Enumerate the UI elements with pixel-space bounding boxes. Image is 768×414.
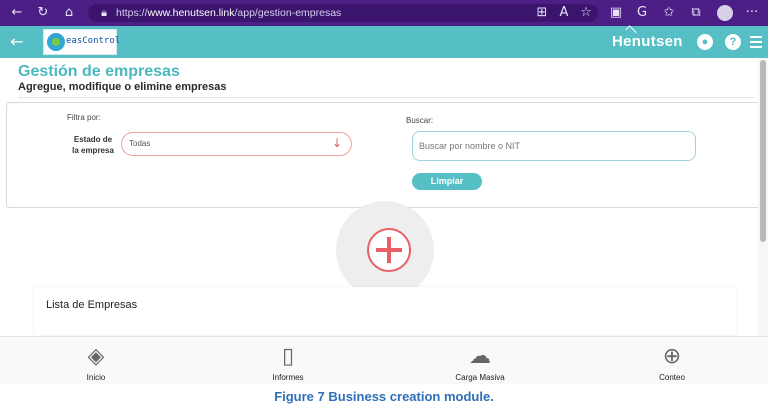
user-icon[interactable]: ●: [697, 34, 713, 50]
company-logo: easControl: [43, 29, 121, 55]
company-list-title: Lista de Empresas: [46, 299, 138, 311]
brand-name: Henutsen: [612, 33, 683, 50]
nav-item-conteo[interactable]: ⊕ Conteo: [627, 338, 717, 384]
browser-refresh-icon[interactable]: ↻: [35, 5, 51, 21]
nav-label: Informes: [272, 373, 304, 382]
estado-select[interactable]: [121, 132, 352, 156]
clear-button[interactable]: Limpiar: [412, 173, 482, 190]
figure-caption: Figure 7 Business creation module.: [274, 389, 494, 404]
collections-icon[interactable]: ⧉: [688, 5, 704, 21]
scrollbar-thumb[interactable]: [760, 60, 766, 242]
company-list-card: [34, 287, 736, 335]
copilot-icon[interactable]: G: [634, 5, 650, 21]
radar-home-icon: ◈: [87, 344, 105, 369]
cloud-upload-icon: ☁: [469, 344, 491, 369]
profile-avatar[interactable]: [717, 5, 733, 21]
nav-item-carga-masiva[interactable]: ☁ Carga Masiva: [435, 338, 525, 384]
address-text[interactable]: https://www.henutsen.link/app/gestion-em…: [116, 5, 341, 21]
url-path: /app/gestion-empresas: [234, 7, 342, 19]
read-aloud-icon[interactable]: A: [556, 5, 572, 21]
search-input[interactable]: [412, 131, 696, 161]
title-divider: [18, 97, 754, 98]
search-label: Buscar:: [406, 116, 434, 125]
more-options-icon[interactable]: ···: [744, 5, 760, 21]
document-icon: ▯: [281, 344, 295, 369]
nav-item-informes[interactable]: ▯ Informes: [243, 338, 333, 384]
browser-back-icon[interactable]: ←: [9, 5, 25, 21]
filter-label: Filtra por:: [67, 113, 101, 122]
app-grid-icon[interactable]: ⊞: [534, 5, 550, 21]
plus-icon-vertical[interactable]: [387, 237, 391, 263]
url-prefix: https://: [116, 7, 148, 19]
logo-globe-icon: [47, 33, 65, 51]
logo-text: easControl: [66, 36, 121, 46]
nav-item-inicio[interactable]: ◈ Inicio: [51, 338, 141, 384]
page-subtitle: Agregue, modifique o elimine empresas: [18, 81, 227, 93]
extension-icon[interactable]: ▣: [608, 5, 624, 21]
star-icon[interactable]: ☆: [578, 5, 594, 21]
estado-select-value[interactable]: Todas: [129, 139, 150, 148]
target-icon: ⊕: [662, 344, 682, 369]
nav-label: Conteo: [659, 373, 685, 382]
arrow-down-icon[interactable]: ↓: [330, 136, 344, 150]
favorites-icon[interactable]: ✩: [661, 5, 677, 21]
help-icon[interactable]: ?: [725, 34, 741, 50]
back-arrow-icon[interactable]: ←: [8, 32, 26, 52]
page-title: Gestión de empresas: [18, 63, 180, 80]
lock-icon: 🔒︎: [101, 7, 107, 19]
url-host: www.henutsen.link: [147, 7, 235, 19]
estado-label: Estado de la empresa: [72, 135, 114, 155]
hamburger-menu-icon[interactable]: [750, 36, 762, 48]
nav-label: Carga Masiva: [455, 373, 505, 382]
browser-home-icon[interactable]: ⌂: [61, 5, 77, 21]
nav-label: Inicio: [86, 373, 106, 382]
